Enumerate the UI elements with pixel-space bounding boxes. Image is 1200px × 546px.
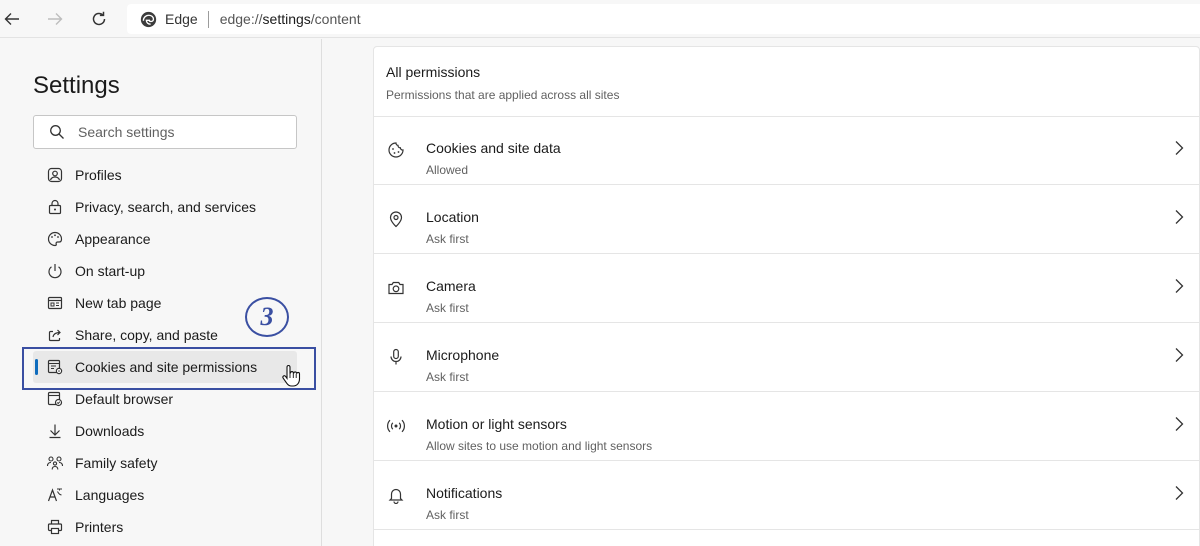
sidebar-item-privacy[interactable]: Privacy, search, and services	[33, 191, 297, 223]
chevron-right-icon	[1175, 141, 1184, 155]
hand-cursor-icon	[282, 364, 301, 387]
permission-name: Location	[426, 209, 479, 225]
permission-row-cookies[interactable]: Cookies and site data Allowed	[374, 116, 1199, 185]
address-bar[interactable]: Edge edge://settings/content	[127, 4, 1200, 34]
sidebar-item-label: Privacy, search, and services	[75, 199, 257, 215]
permissions-list: Cookies and site data Allowed Location A…	[374, 116, 1199, 530]
sidebar-item-label: Default browser	[75, 391, 174, 407]
chevron-right-icon	[1175, 210, 1184, 224]
microphone-icon	[386, 347, 406, 367]
chevron-right-icon	[1175, 417, 1184, 431]
sidebar-item-label: Downloads	[75, 423, 145, 439]
location-icon	[386, 209, 406, 229]
refresh-icon	[92, 11, 106, 26]
refresh-button[interactable]	[84, 4, 114, 34]
sidebar-item-printers[interactable]: Printers	[33, 511, 297, 543]
sidebar-item-startup[interactable]: On start-up	[33, 255, 297, 287]
permission-status: Ask first	[426, 232, 469, 246]
sensor-icon	[386, 416, 406, 436]
sidebar-item-label: New tab page	[75, 295, 162, 311]
sidebar-item-label: On start-up	[75, 263, 146, 279]
permission-name: Cookies and site data	[426, 140, 561, 156]
permission-status: Ask first	[426, 370, 469, 384]
back-button[interactable]	[0, 4, 27, 34]
family-icon	[46, 454, 64, 472]
permission-status: Allowed	[426, 163, 469, 177]
search-input[interactable]	[78, 124, 278, 140]
card-header: All permissions Permissions that are app…	[374, 47, 1199, 117]
settings-sidebar: Settings Profiles Privacy, search, and s…	[0, 39, 322, 546]
sidebar-item-label: Family safety	[75, 455, 158, 471]
step-number-badge: 3	[245, 297, 289, 337]
url-text[interactable]: edge://settings/content	[220, 11, 361, 27]
url-scheme: edge://	[219, 11, 263, 27]
profile-icon	[46, 166, 64, 184]
forward-button[interactable]	[40, 4, 70, 34]
chevron-right-icon	[1175, 279, 1184, 293]
camera-icon	[386, 278, 406, 298]
download-icon	[46, 422, 64, 440]
permission-status: Allow sites to use motion and light sens…	[426, 439, 653, 453]
edge-logo-icon	[140, 11, 157, 27]
permission-name: Camera	[426, 278, 476, 294]
bell-icon	[386, 485, 406, 505]
sidebar-item-label: Share, copy, and paste	[75, 327, 218, 343]
address-divider	[207, 10, 209, 28]
permission-name: Motion or light sensors	[426, 416, 567, 432]
sidebar-item-appearance[interactable]: Appearance	[33, 223, 297, 255]
permission-status: Ask first	[426, 301, 469, 315]
printer-icon	[46, 518, 64, 536]
sidebar-item-downloads[interactable]: Downloads	[33, 415, 297, 447]
section-subtitle: Permissions that are applied across all …	[386, 88, 620, 102]
permission-row-microphone[interactable]: Microphone Ask first	[374, 323, 1199, 392]
permission-row-notifications[interactable]: Notifications Ask first	[374, 461, 1199, 530]
sidebar-item-label: Profiles	[75, 167, 122, 183]
permission-name: Microphone	[426, 347, 500, 363]
permission-row-sensors[interactable]: Motion or light sensors Allow sites to u…	[374, 392, 1199, 461]
permission-name: Notifications	[426, 485, 503, 501]
permission-row-camera[interactable]: Camera Ask first	[374, 254, 1199, 323]
site-name: Edge	[165, 11, 198, 27]
lock-icon	[46, 198, 64, 216]
palette-icon	[46, 230, 64, 248]
sidebar-item-label: Printers	[75, 519, 124, 535]
highlight-box	[22, 347, 316, 390]
permissions-card: All permissions Permissions that are app…	[373, 46, 1200, 546]
arrow-left-icon	[4, 13, 19, 25]
search-icon	[50, 125, 64, 139]
sidebar-item-label: Languages	[75, 487, 145, 503]
search-box[interactable]	[33, 115, 297, 149]
url-path: /content	[310, 11, 361, 27]
arrow-right-icon	[48, 13, 63, 25]
page-title: Settings	[33, 72, 120, 99]
newtab-icon	[46, 294, 64, 312]
browser-icon	[46, 390, 64, 408]
share-icon	[46, 326, 64, 344]
main-content: All permissions Permissions that are app…	[323, 39, 1200, 546]
language-icon	[46, 486, 64, 504]
permission-row-location[interactable]: Location Ask first	[374, 185, 1199, 254]
chevron-right-icon	[1175, 348, 1184, 362]
sidebar-item-family-safety[interactable]: Family safety	[33, 447, 297, 479]
sidebar-item-profiles[interactable]: Profiles	[33, 159, 297, 191]
section-title: All permissions	[386, 64, 481, 80]
power-icon	[46, 262, 64, 280]
url-host: settings	[262, 11, 311, 27]
sidebar-item-label: Appearance	[75, 231, 151, 247]
cookie-icon	[386, 140, 406, 160]
sidebar-item-languages[interactable]: Languages	[33, 479, 297, 511]
permission-status: Ask first	[426, 508, 469, 522]
chevron-right-icon	[1175, 486, 1184, 500]
browser-toolbar: Edge edge://settings/content	[0, 0, 1200, 38]
